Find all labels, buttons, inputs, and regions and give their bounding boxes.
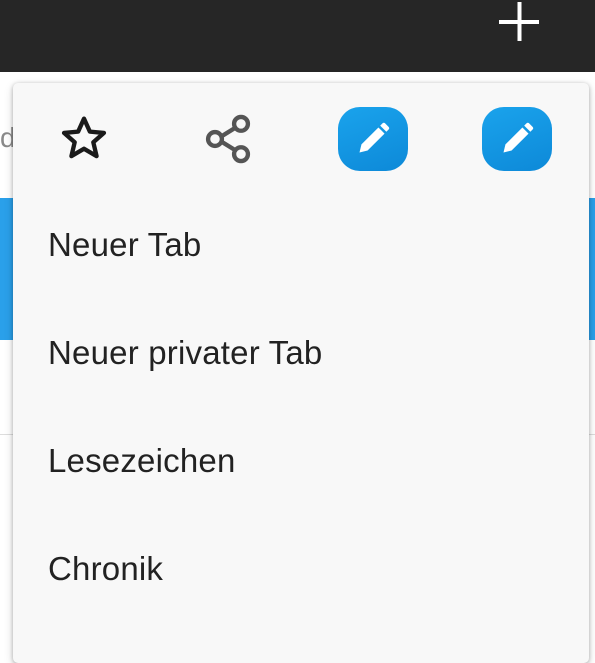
menu-item-new-private-tab[interactable]: Neuer privater Tab [13, 313, 589, 393]
background-glyph [0, 456, 6, 480]
share-icon [205, 114, 251, 164]
edit-button-2[interactable] [481, 103, 553, 175]
pencil-icon [359, 122, 390, 153]
share-button[interactable] [192, 103, 264, 175]
menu-item-history[interactable]: Chronik [13, 529, 589, 609]
overflow-menu: Neuer Tab Neuer privater Tab Lesezeichen… [13, 83, 589, 663]
browser-toolbar [0, 0, 595, 72]
plus-icon[interactable] [498, 1, 540, 43]
star-icon [61, 116, 107, 159]
edit-button-1[interactable] [337, 103, 409, 175]
menu-item-bookmarks[interactable]: Lesezeichen [13, 421, 589, 501]
menu-icon-row [13, 83, 589, 193]
menu-item-new-tab[interactable]: Neuer Tab [13, 205, 589, 285]
bookmark-button[interactable] [48, 103, 120, 175]
pencil-icon [503, 122, 534, 153]
